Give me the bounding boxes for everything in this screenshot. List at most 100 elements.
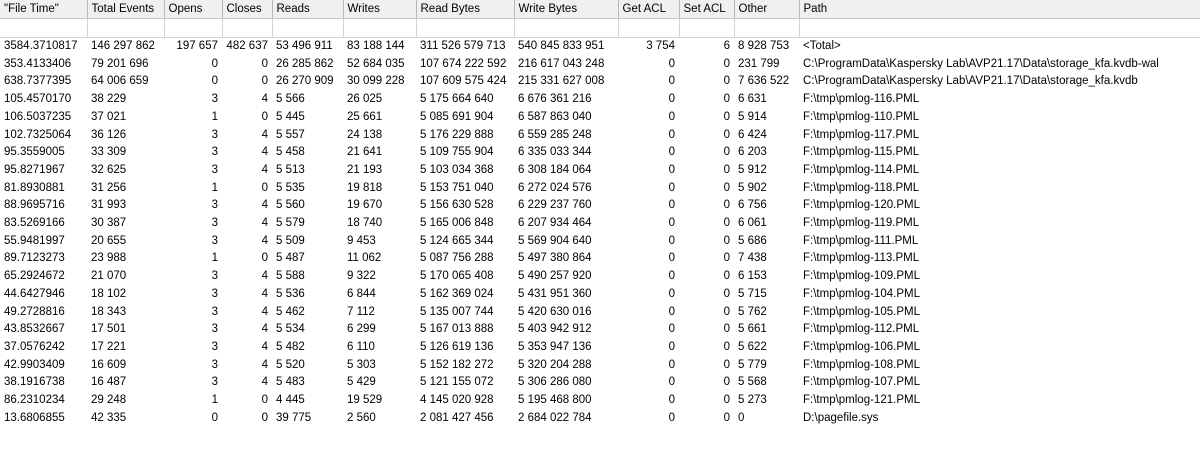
cell-total-events: 17 501 — [91, 323, 127, 336]
filter-input-other[interactable] — [734, 20, 798, 36]
column-header-reads[interactable]: Reads — [272, 0, 344, 19]
cell-opens: 0 — [211, 57, 218, 70]
table-row[interactable]: 83.5269166 30 387 3 4 5 579 18 740 5 165 006 8… — [0, 215, 1200, 233]
filter-input-read-bytes[interactable] — [416, 20, 513, 36]
cell-set-acl: 0 — [723, 340, 730, 353]
cell-writes: 25 661 — [347, 110, 383, 123]
table-row[interactable]: 102.7325064 36 126 3 4 5 557 24 138 5 176 229 … — [0, 127, 1200, 145]
filter-input-total-events[interactable] — [87, 20, 163, 36]
column-header-path[interactable]: Path — [799, 0, 1200, 19]
table-row[interactable]: 95.8271967 32 625 3 4 5 513 21 193 5 103 034 3… — [0, 162, 1200, 180]
cell-write-bytes: 5 490 257 920 — [518, 270, 592, 283]
cell-read-bytes: 5 126 619 136 — [420, 340, 494, 353]
cell-get-acl: 0 — [668, 376, 675, 389]
cell-opens: 3 — [211, 376, 218, 389]
cell-opens: 1 — [211, 252, 218, 265]
table-row[interactable]: 638.7377395 64 006 659 0 0 26 270 909 30 099 … — [0, 73, 1200, 91]
cell-closes: 0 — [261, 411, 268, 424]
table-row[interactable]: 55.9481997 20 655 3 4 5 509 9 453 5 124 665 34… — [0, 233, 1200, 251]
column-header-other[interactable]: Other — [734, 0, 800, 19]
cell-reads: 5 566 — [276, 93, 305, 106]
filter-input-write-bytes[interactable] — [514, 20, 617, 36]
cell-path: <Total> — [803, 40, 841, 52]
column-header-total-events[interactable]: Total Events — [87, 0, 165, 19]
column-header-get-acl[interactable]: Get ACL — [618, 0, 680, 19]
cell-opens: 3 — [211, 163, 218, 176]
filter-input-writes[interactable] — [343, 20, 415, 36]
table-row[interactable]: 42.9903409 16 609 3 4 5 520 5 303 5 152 182 27… — [0, 357, 1200, 375]
cell-opens: 3 — [211, 128, 218, 141]
filter-input-closes[interactable] — [222, 20, 271, 36]
cell-writes: 19 529 — [347, 394, 383, 407]
filter-cell-set-acl — [679, 18, 735, 38]
cell-get-acl: 0 — [668, 181, 675, 194]
cell-get-acl: 0 — [668, 340, 675, 353]
table-row[interactable]: 3584.3710817 146 297 862 197 657 482 637 53 … — [0, 38, 1200, 56]
cell-write-bytes: 540 845 833 951 — [518, 40, 605, 52]
cell-path: F:\tmp\pmlog-119.PML — [803, 217, 920, 230]
cell-write-bytes: 5 195 468 800 — [518, 394, 592, 407]
cell-reads: 5 535 — [276, 181, 305, 194]
cell-set-acl: 0 — [723, 217, 730, 230]
cell-write-bytes: 6 229 237 760 — [518, 199, 592, 212]
cell-write-bytes: 6 272 024 576 — [518, 181, 592, 194]
cell-other: 5 568 — [738, 376, 767, 389]
cell-opens: 1 — [211, 110, 218, 123]
table-row[interactable]: 88.9695716 31 993 3 4 5 560 19 670 5 156 630 5… — [0, 197, 1200, 215]
cell-reads: 5 588 — [276, 270, 305, 283]
column-header-set-acl[interactable]: Set ACL — [679, 0, 735, 19]
cell-total-events: 20 655 — [91, 234, 127, 247]
table-row[interactable]: 353.4133406 79 201 696 0 0 26 285 862 52 684 … — [0, 56, 1200, 74]
column-header-write-bytes[interactable]: Write Bytes — [514, 0, 619, 19]
cell-read-bytes: 5 109 755 904 — [420, 146, 494, 159]
table-row[interactable]: 95.3559005 33 309 3 4 5 458 21 641 5 109 755 9… — [0, 144, 1200, 162]
filter-input-file-time[interactable] — [0, 20, 86, 36]
cell-set-acl: 0 — [723, 93, 730, 106]
cell-total-events: 16 487 — [91, 376, 127, 389]
filter-cell-file-time — [0, 18, 88, 38]
table-row[interactable]: 38.1916738 16 487 3 4 5 483 5 429 5 121 155 07… — [0, 374, 1200, 392]
cell-file-time: 89.7123273 — [4, 252, 65, 265]
cell-write-bytes: 6 308 184 064 — [518, 163, 592, 176]
cell-set-acl: 0 — [723, 376, 730, 389]
table-row[interactable]: 89.7123273 23 988 1 0 5 487 11 062 5 087 756 2… — [0, 250, 1200, 268]
filter-cell-path — [799, 18, 1200, 38]
cell-total-events: 31 256 — [91, 181, 127, 194]
filter-input-path[interactable] — [799, 20, 1199, 36]
cell-path: D:\pagefile.sys — [803, 411, 879, 424]
filter-input-opens[interactable] — [164, 20, 221, 36]
filter-input-reads[interactable] — [272, 20, 342, 36]
cell-get-acl: 0 — [668, 234, 675, 247]
column-header-file-time[interactable]: "File Time" — [0, 0, 88, 19]
table-row[interactable]: 106.5037235 37 021 1 0 5 445 25 661 5 085 691 … — [0, 109, 1200, 127]
table-row[interactable]: 49.2728816 18 343 3 4 5 462 7 112 5 135 007 74… — [0, 304, 1200, 322]
cell-closes: 4 — [261, 128, 268, 141]
cell-other: 6 756 — [738, 199, 767, 212]
cell-writes: 18 740 — [347, 217, 383, 230]
table-row[interactable]: 44.6427946 18 102 3 4 5 536 6 844 5 162 369 02… — [0, 286, 1200, 304]
cell-read-bytes: 5 135 007 744 — [420, 305, 494, 318]
table-row[interactable]: 86.2310234 29 248 1 0 4 445 19 529 4 145 020 9… — [0, 392, 1200, 410]
table-row[interactable]: 13.6806855 42 335 0 0 39 775 2 560 2 081 427 4… — [0, 410, 1200, 428]
cell-write-bytes: 216 617 043 248 — [518, 57, 605, 70]
table-row[interactable]: 37.0576242 17 221 3 4 5 482 6 110 5 126 619 13… — [0, 339, 1200, 357]
cell-get-acl: 0 — [668, 57, 675, 70]
table-row[interactable]: 43.8532667 17 501 3 4 5 534 6 299 5 167 013 88… — [0, 321, 1200, 339]
column-header-closes[interactable]: Closes — [222, 0, 273, 19]
column-header-writes[interactable]: Writes — [343, 0, 417, 19]
table-row[interactable]: 105.4570170 38 229 3 4 5 566 26 025 5 175 664 … — [0, 91, 1200, 109]
cell-path: F:\tmp\pmlog-109.PML — [803, 270, 920, 283]
cell-writes: 6 299 — [347, 323, 376, 336]
cell-read-bytes: 5 121 155 072 — [420, 376, 494, 389]
filter-input-set-acl[interactable] — [679, 20, 733, 36]
filter-input-get-acl[interactable] — [618, 20, 678, 36]
column-header-read-bytes[interactable]: Read Bytes — [416, 0, 515, 19]
cell-set-acl: 0 — [723, 234, 730, 247]
filter-cell-reads — [272, 18, 344, 38]
cell-read-bytes: 5 156 630 528 — [420, 199, 494, 212]
table-row[interactable]: 65.2924672 21 070 3 4 5 588 9 322 5 170 065 40… — [0, 268, 1200, 286]
table-row[interactable]: 81.8930881 31 256 1 0 5 535 19 818 5 153 751 0… — [0, 180, 1200, 198]
column-header-row: "File Time" Total Events Opens Closes Reads W… — [0, 0, 1200, 19]
column-header-opens[interactable]: Opens — [164, 0, 223, 19]
cell-read-bytes: 107 609 575 424 — [420, 75, 507, 88]
